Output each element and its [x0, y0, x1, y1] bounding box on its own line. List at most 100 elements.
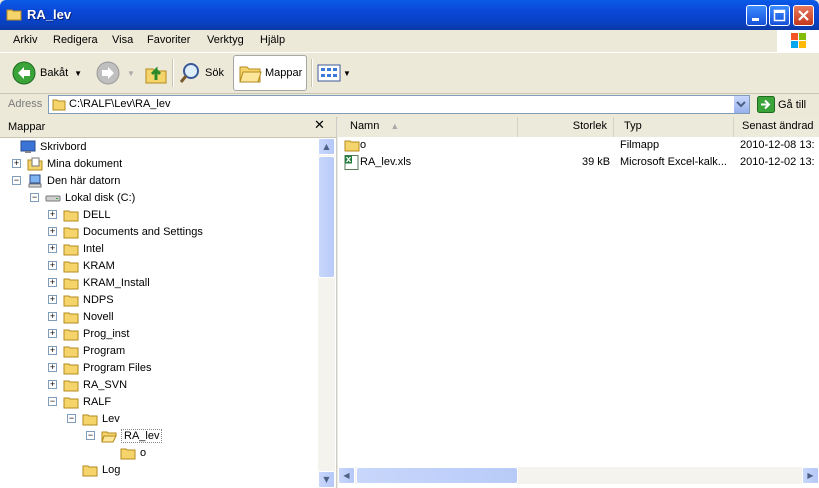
tree-item[interactable]: + Program Files [48, 359, 151, 376]
menu-hjalp[interactable]: Hjälp [260, 34, 285, 46]
close-pane-icon[interactable]: ✕ [314, 118, 325, 133]
scroll-thumb[interactable] [318, 156, 335, 278]
forward-button[interactable]: ▼ [95, 56, 135, 90]
tree-item[interactable]: + KRAM_Install [48, 274, 150, 291]
tree-item-label: Lokal disk (C:) [65, 191, 136, 204]
hscroll-thumb[interactable] [356, 467, 518, 484]
folder-icon [63, 363, 79, 374]
menu-visa[interactable]: Visa [112, 34, 133, 46]
tree-item[interactable]: − Lokal disk (C:) [30, 189, 135, 206]
column-type[interactable]: Typ [614, 117, 734, 137]
column-type-label: Typ [624, 120, 642, 132]
expand-icon[interactable]: + [48, 312, 57, 321]
tree-item-label: RA_lev [121, 428, 163, 443]
tree-item[interactable]: + Program [48, 342, 125, 359]
scroll-down-icon[interactable]: ▼ [318, 471, 335, 488]
tree-item[interactable]: + Intel [48, 240, 104, 257]
tree-item[interactable]: − Lev [67, 410, 120, 427]
expand-icon[interactable]: + [12, 159, 21, 168]
scroll-left-icon[interactable]: ◀ [338, 467, 355, 484]
minimize-icon [752, 18, 759, 21]
folder-icon [63, 244, 79, 255]
title-bar[interactable]: RA_lev [0, 0, 819, 30]
file-size: 39 kB [582, 156, 611, 168]
column-size[interactable]: Storlek [518, 117, 614, 137]
address-value: C:\RALF\Lev\RA_lev [69, 98, 171, 110]
expand-icon[interactable]: + [48, 346, 57, 355]
tree-item[interactable]: + NDPS [48, 291, 114, 308]
expand-icon[interactable]: + [48, 210, 57, 219]
expand-icon[interactable]: + [48, 227, 57, 236]
folders-button-content[interactable]: Mappar [238, 56, 302, 90]
tree-item[interactable]: − Den här datorn [12, 172, 120, 189]
close-button[interactable] [793, 5, 814, 26]
folder-icon [63, 380, 79, 391]
search-label: Sök [205, 67, 224, 79]
folder-icon [120, 448, 136, 459]
tree-item[interactable]: − RA_lev [86, 427, 163, 444]
collapse-icon[interactable]: − [12, 176, 21, 185]
expand-icon[interactable]: + [48, 329, 57, 338]
expand-icon[interactable]: + [48, 363, 57, 372]
folders-pane: Mappar ✕ Skrivbord + Mina dokument − Den här… [0, 117, 337, 488]
folder-tree-scrollbar[interactable]: ▲ ▼ [318, 138, 335, 488]
collapse-icon[interactable]: − [67, 414, 76, 423]
column-name-label: Namn [350, 120, 380, 132]
views-button[interactable]: ▼ [317, 56, 351, 90]
collapse-icon[interactable]: − [86, 431, 95, 440]
expand-icon[interactable]: + [48, 261, 57, 270]
sort-ascending-icon: ▲ [390, 121, 400, 131]
folder-icon [344, 140, 360, 152]
folder-icon [63, 227, 79, 238]
tree-item-label: RA_SVN [83, 378, 128, 391]
tree-item-label: KRAM_Install [83, 276, 150, 289]
expand-icon[interactable]: + [48, 295, 57, 304]
forward-dropdown-icon[interactable]: ▼ [127, 69, 135, 78]
back-arrow-icon [12, 61, 36, 85]
collapse-icon[interactable]: − [48, 397, 57, 406]
scroll-up-icon[interactable]: ▲ [318, 138, 335, 155]
go-button[interactable]: Gå till [757, 96, 806, 113]
minimize-button[interactable] [746, 5, 767, 26]
window-title: RA_lev [27, 7, 72, 22]
tree-item[interactable]: + DELL [48, 206, 111, 223]
maximize-button[interactable] [769, 5, 790, 26]
expand-icon[interactable]: + [48, 244, 57, 253]
tree-item[interactable]: Log [67, 461, 120, 478]
tree-item-label: Lev [102, 412, 120, 425]
tree-item[interactable]: + RA_SVN [48, 376, 127, 393]
tree-item[interactable]: − RALF [48, 393, 111, 410]
menu-redigera[interactable]: Redigera [53, 34, 98, 46]
expand-icon[interactable]: + [48, 380, 57, 389]
expand-icon[interactable]: + [48, 278, 57, 287]
tree-item[interactable]: + Novell [48, 308, 114, 325]
address-dropdown-button[interactable] [733, 96, 749, 113]
tree-item[interactable]: + KRAM [48, 257, 115, 274]
tree-item-label: KRAM [83, 259, 115, 272]
tree-item[interactable]: + Mina dokument [12, 155, 122, 172]
menu-arkiv[interactable]: Arkiv [13, 34, 37, 46]
up-folder-button[interactable] [143, 56, 169, 90]
back-dropdown-icon[interactable]: ▼ [74, 69, 82, 78]
column-modified-label: Senast ändrad [742, 120, 814, 132]
list-item[interactable]: RA_lev.xls 39 kB Microsoft Excel-kalk...… [338, 154, 819, 171]
address-field[interactable]: C:\RALF\Lev\RA_lev [48, 95, 750, 114]
column-name[interactable]: Namn ▲ [338, 117, 518, 137]
views-dropdown-icon[interactable]: ▼ [343, 69, 351, 78]
list-item[interactable]: o Filmapp 2010-12-08 13: [338, 137, 819, 154]
tree-item[interactable]: + Prog_inst [48, 325, 129, 342]
column-modified[interactable]: Senast ändrad [734, 117, 819, 137]
menu-favoriter[interactable]: Favoriter [147, 34, 190, 46]
tree-item[interactable]: o [105, 444, 146, 461]
search-button[interactable]: Sök [178, 56, 224, 90]
menu-verktyg[interactable]: Verktyg [207, 34, 244, 46]
scroll-right-icon[interactable]: ▶ [802, 467, 819, 484]
tree-item[interactable]: + Documents and Settings [48, 223, 203, 240]
tree-item[interactable]: Skrivbord [5, 138, 86, 155]
back-button[interactable]: Bakåt ▼ [11, 56, 82, 90]
collapse-icon[interactable]: − [30, 193, 39, 202]
tree-item-label: NDPS [83, 293, 114, 306]
file-list-hscrollbar[interactable]: ◀ ▶ [338, 467, 819, 484]
tree-item-label: Mina dokument [47, 157, 123, 170]
back-label: Bakåt [40, 67, 69, 79]
